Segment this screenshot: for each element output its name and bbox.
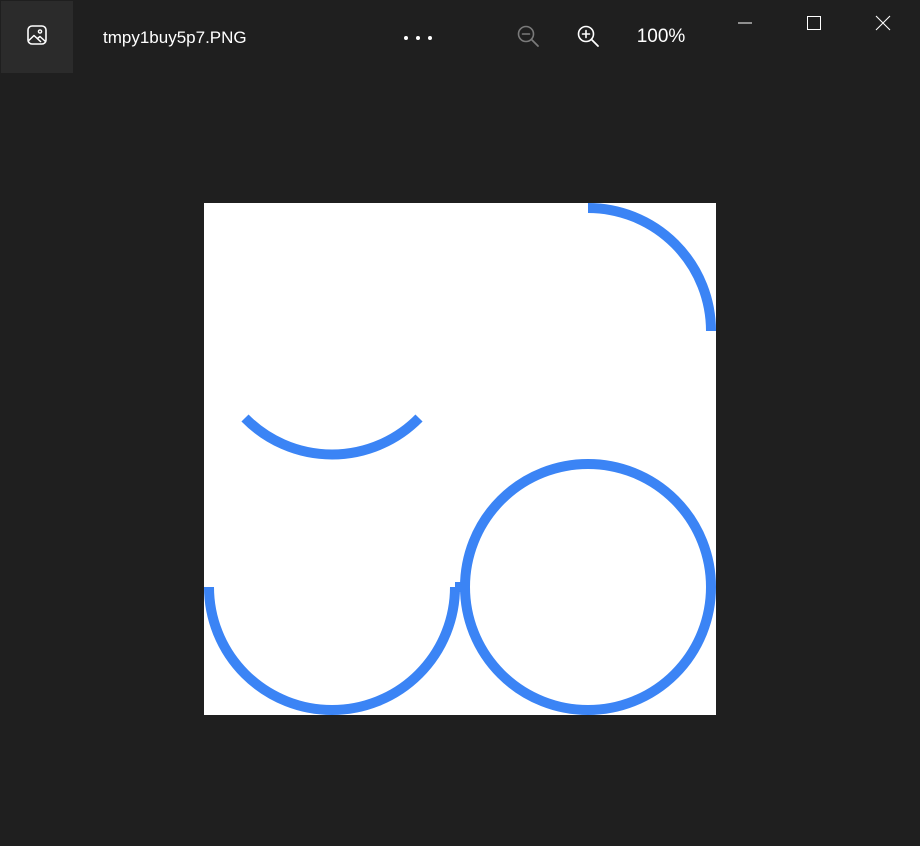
zoom-in-button[interactable] [568,18,608,58]
close-button[interactable] [849,0,917,50]
maximize-icon [806,15,822,36]
minimize-icon [737,15,753,36]
arc-bottom-left [204,586,460,715]
more-options-button[interactable] [396,22,440,54]
zoom-out-icon [516,24,540,53]
title-bar: tmpy1buy5p7.PNG 100% [0,0,920,73]
image-canvas-area[interactable] [0,73,920,846]
photo-viewer-window: tmpy1buy5p7.PNG 100% [0,0,920,846]
circle-bottom-right [460,459,716,715]
more-horizontal-icon [402,29,434,47]
displayed-image [204,203,716,715]
arc-top-right [587,203,716,332]
maximize-button[interactable] [780,0,848,50]
close-icon [875,15,891,36]
image-drawing [204,203,716,715]
zoom-in-icon [576,24,600,53]
arc-smile [241,414,423,460]
photos-app-icon [26,24,48,51]
file-name-title: tmpy1buy5p7.PNG [103,28,247,47]
zoom-out-button[interactable] [508,18,548,58]
minimize-button[interactable] [711,0,779,50]
app-icon-button[interactable] [1,1,73,73]
zoom-level-readout[interactable]: 100% [626,25,696,49]
